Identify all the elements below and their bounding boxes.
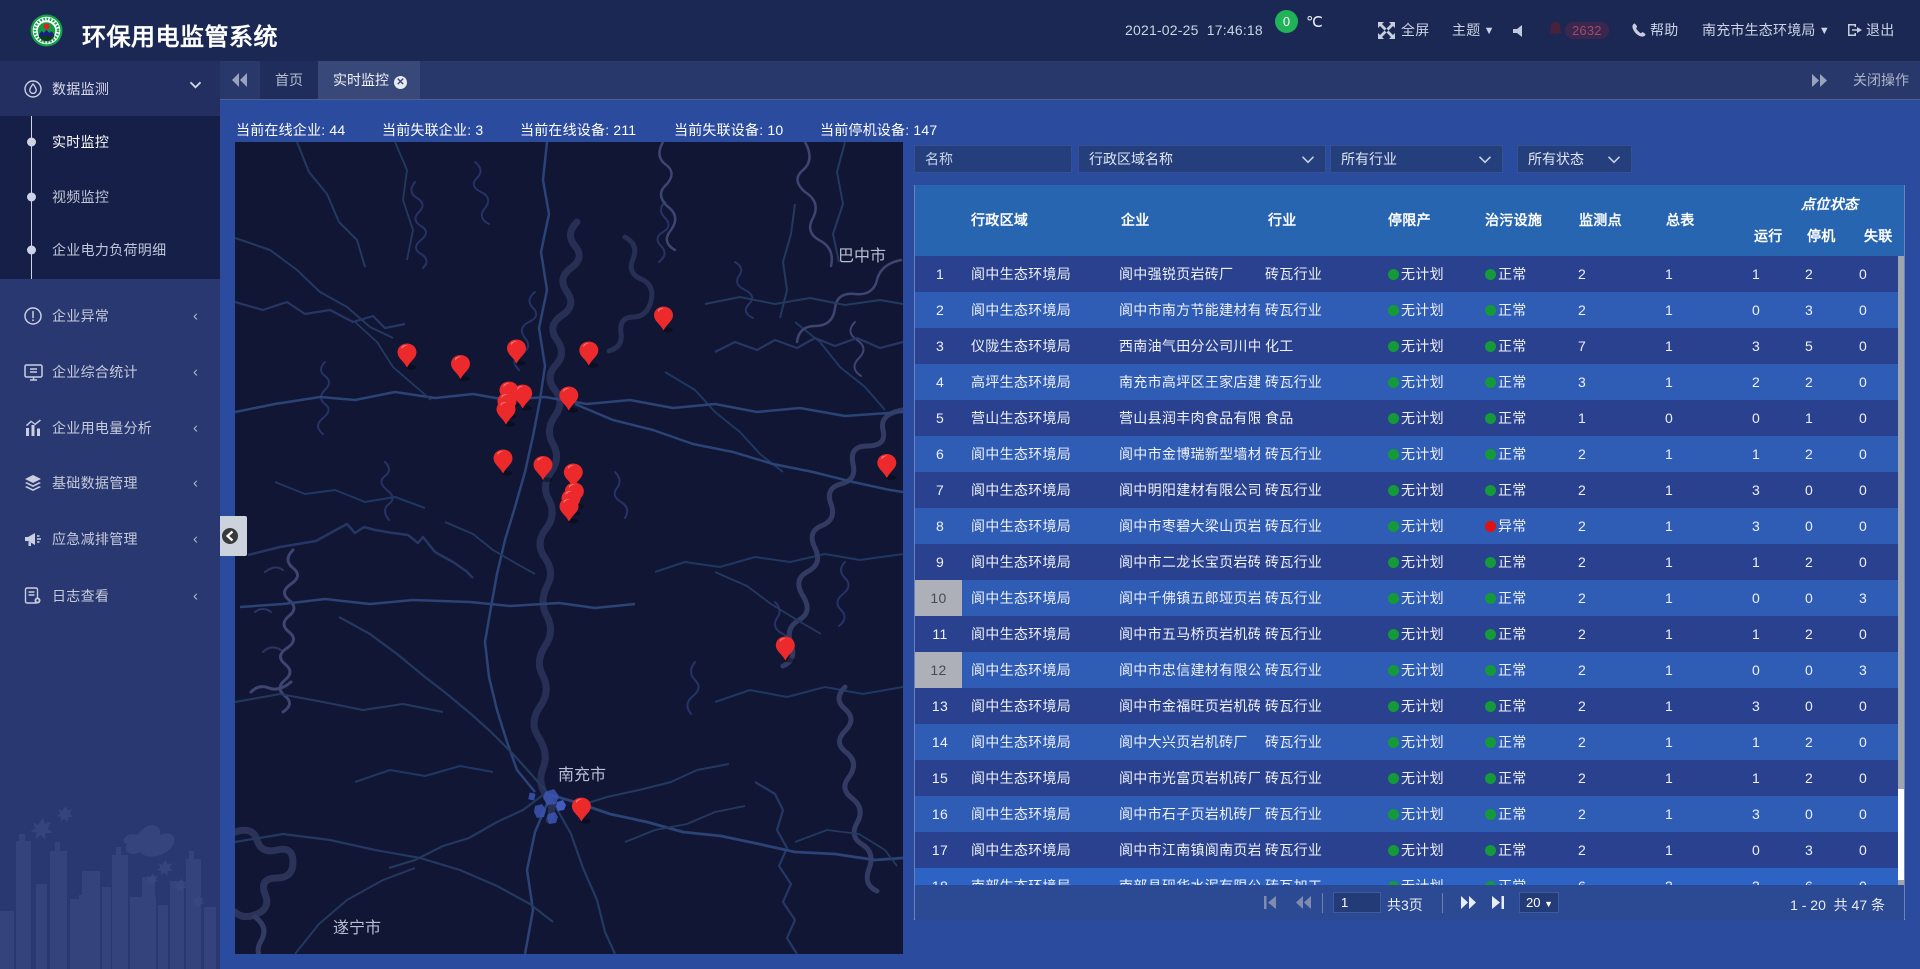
svg-text:遂宁市: 遂宁市 (333, 919, 381, 937)
svg-text:巴中市: 巴中市 (838, 247, 886, 265)
svg-text:南充市: 南充市 (558, 766, 606, 784)
